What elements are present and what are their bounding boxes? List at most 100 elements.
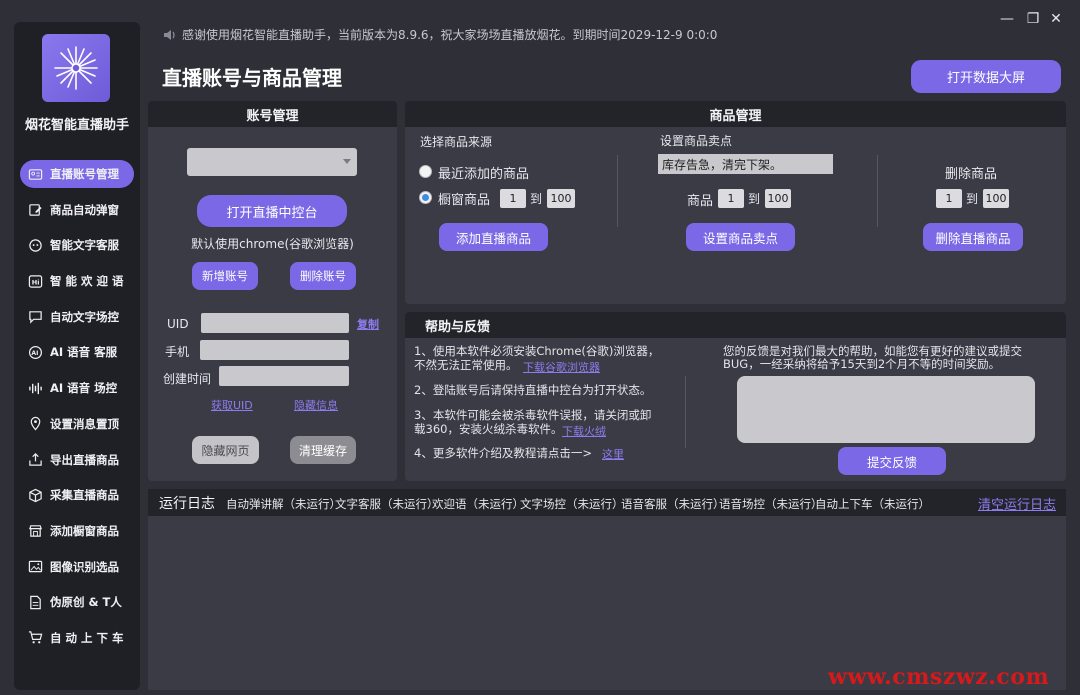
help-line-4: 4、更多软件介绍及教程请点击一> (414, 446, 592, 460)
submit-feedback-button[interactable]: 提交反馈 (838, 447, 946, 475)
app-name: 烟花智能直播助手 (24, 118, 129, 133)
hide-info-link[interactable]: 隐藏信息 (294, 397, 338, 413)
help-line-3a: 3、本软件可能会被杀毒软件误报，请关闭或卸 (414, 408, 652, 422)
divider (877, 155, 878, 227)
copy-link[interactable]: 复制 (357, 316, 379, 332)
clear-cache-button[interactable]: 清理缓存 (290, 436, 356, 464)
sidebar-item[interactable]: 自动文字场控 (20, 303, 134, 331)
sidebar-item-label: 导出直播商品 (50, 452, 119, 467)
delete-to-input[interactable]: 100 (983, 189, 1009, 208)
account-select[interactable] (187, 148, 357, 176)
set-selling-point-button[interactable]: 设置商品卖点 (686, 223, 795, 251)
sidebar-item[interactable]: 导出直播商品 (20, 446, 134, 474)
delete-label: 删除商品 (945, 167, 998, 182)
product-panel-title: 商品管理 (405, 101, 1066, 127)
open-console-button[interactable]: 打开直播中控台 (197, 195, 347, 227)
goods-label: 商品 (687, 194, 714, 209)
help-panel-title: 帮助与反馈 (425, 320, 491, 335)
window-radio[interactable] (419, 191, 432, 204)
recent-radio[interactable] (419, 165, 432, 178)
selling-label: 设置商品卖点 (660, 134, 733, 148)
voice-wave-icon (26, 379, 44, 397)
delete-to-word: 到 (966, 192, 979, 206)
delete-from-input[interactable]: 1 (936, 189, 962, 208)
delete-product-button[interactable]: 删除直播商品 (923, 223, 1023, 251)
add-account-button[interactable]: 新增账号 (192, 262, 258, 290)
sidebar-item[interactable]: 图像识别选品 (20, 553, 134, 581)
open-dashboard-button[interactable]: 打开数据大屏 (911, 60, 1061, 93)
sidebar-item-label: 设置消息置顶 (50, 416, 119, 431)
pin-icon (26, 415, 44, 433)
sidebar-item[interactable]: 智能文字客服 (20, 231, 134, 259)
log-bar: 运行日志 自动弹讲解（未运行） 文字客服（未运行） 欢迎语（未运行） 文字场控（… (148, 489, 1066, 516)
selling-from-input[interactable]: 1 (718, 189, 744, 208)
log-status-item: 自动弹讲解（未运行） (226, 497, 341, 511)
watermark: www.cmszwz.com (828, 664, 1050, 690)
add-product-button[interactable]: 添加直播商品 (439, 223, 548, 251)
sidebar-item-label: 直播账号管理 (50, 167, 119, 181)
source-label: 选择商品来源 (420, 135, 493, 149)
log-status-item: 欢迎语（未运行） (432, 497, 524, 511)
sidebar-item-label: 智 能 欢 迎 语 (50, 274, 124, 289)
log-status-item: 语音客服（未运行） (621, 497, 725, 511)
doc-edit-icon (26, 593, 44, 611)
cart-icon (26, 629, 44, 647)
minimize-icon[interactable]: — (998, 10, 1016, 28)
log-title: 运行日志 (159, 496, 215, 512)
source-to-word: 到 (530, 192, 543, 206)
sidebar-item-label: 采集直播商品 (50, 488, 119, 503)
edit-icon (26, 201, 44, 219)
sidebar-item[interactable]: 添加橱窗商品 (20, 517, 134, 545)
help-panel: 帮助与反馈 1、使用本软件必须安装Chrome(谷歌)浏览器， 不然无法正常使用… (405, 312, 1066, 481)
uid-field[interactable] (201, 313, 349, 333)
sidebar-item[interactable]: Hi 智 能 欢 迎 语 (20, 267, 134, 295)
hi-icon: Hi (26, 272, 44, 290)
window-option-label: 橱窗商品 (438, 193, 491, 208)
help-line-1a: 1、使用本软件必须安装Chrome(谷歌)浏览器， (414, 344, 660, 358)
product-panel: 商品管理 选择商品来源 最近添加的商品 橱窗商品 1 到 100 添加直播商品 … (405, 101, 1066, 304)
sidebar-item[interactable]: AI 语音 场控 (20, 374, 134, 402)
tutorial-link[interactable]: 这里 (602, 446, 624, 462)
sidebar-item-label: 图像识别选品 (50, 559, 119, 574)
created-field[interactable] (219, 366, 349, 386)
sidebar-item[interactable]: 自 动 上 下 车 (20, 624, 134, 652)
sidebar-item-label: 添加橱窗商品 (50, 523, 119, 538)
sidebar-item-label: 自动文字场控 (50, 309, 119, 324)
delete-account-button[interactable]: 删除账号 (290, 262, 356, 290)
hide-page-button[interactable]: 隐藏网页 (192, 436, 259, 464)
get-uid-link[interactable]: 获取UID (211, 397, 253, 413)
sidebar-nav: 直播账号管理 商品自动弹窗 智能文字客服 Hi 智 能 欢 迎 语自动文字场控 AI AI … (20, 160, 134, 660)
sidebar-item[interactable]: 设置消息置顶 (20, 410, 134, 438)
phone-field[interactable] (200, 340, 349, 360)
sidebar-item[interactable]: 直播账号管理 (20, 160, 134, 188)
sidebar-item[interactable]: 伪原创 & T人 (20, 588, 134, 616)
help-line-3b: 载360，安装火绒杀毒软件。 (414, 422, 563, 436)
log-status-item: 自动上下车（未运行） (815, 497, 930, 511)
help-line-2: 2、登陆账号后请保持直播中控台为打开状态。 (414, 383, 652, 397)
sidebar: 烟花智能直播助手 直播账号管理商品自动弹窗 智能文字客服 Hi 智 能 欢 迎 语自动… (14, 22, 140, 690)
close-icon[interactable]: ✕ (1047, 10, 1065, 28)
download-huorong-link[interactable]: 下载火绒 (562, 423, 606, 439)
restore-icon[interactable]: ❐ (1024, 10, 1042, 28)
selling-point-input[interactable]: 库存告急，清完下架。 (658, 154, 833, 174)
sidebar-item-label: AI 语音 客服 (50, 345, 118, 360)
sidebar-item[interactable]: AI AI 语音 客服 (20, 338, 134, 366)
download-chrome-link[interactable]: 下载谷歌浏览器 (523, 359, 600, 375)
browser-note: 默认使用chrome(谷歌浏览器) (191, 237, 354, 251)
help-panel-header: 帮助与反馈 (405, 312, 1066, 338)
sidebar-item[interactable]: 采集直播商品 (20, 481, 134, 509)
selling-to-input[interactable]: 100 (765, 189, 791, 208)
source-from-input[interactable]: 1 (500, 189, 526, 208)
recent-option-label: 最近添加的商品 (438, 167, 530, 182)
log-status-item: 文字客服（未运行） (335, 497, 439, 511)
app-window: 烟花智能直播助手 直播账号管理 商品自动弹窗 智能文字客服 Hi 智 能 欢 迎 语自动… (0, 0, 1080, 695)
sidebar-item-label: AI 语音 场控 (50, 381, 118, 396)
svg-text:AI: AI (31, 350, 38, 357)
feedback-textarea[interactable] (737, 376, 1035, 443)
source-to-input[interactable]: 100 (547, 189, 575, 208)
notice-text: 感谢使用烟花智能直播助手，当前版本为8.9.6，祝大家场场直播放烟花。到期时间2… (182, 28, 718, 42)
chevron-down-icon (343, 159, 351, 164)
clear-log-link[interactable]: 清空运行日志 (978, 494, 1056, 513)
sidebar-item[interactable]: 商品自动弹窗 (20, 196, 134, 224)
log-status-item: 语音场控（未运行） (719, 497, 823, 511)
